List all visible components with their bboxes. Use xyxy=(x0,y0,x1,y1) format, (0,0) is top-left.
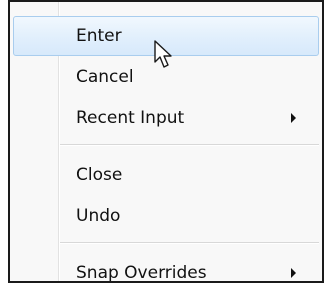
menu-separator xyxy=(60,144,319,146)
menu-item-recent-input[interactable]: Recent Input xyxy=(13,98,319,138)
menu-item-label: Close xyxy=(76,165,123,185)
menu-separator xyxy=(60,242,319,244)
menu-item-label: Undo xyxy=(76,206,121,226)
menu-item-undo[interactable]: Undo xyxy=(13,196,319,236)
menu-item-label: Enter xyxy=(76,26,122,46)
mouse-pointer-icon xyxy=(154,40,172,68)
menu-item-snap-overrides[interactable]: Snap Overrides xyxy=(13,253,319,283)
screenshot-frame: Enter Cancel Recent Input Close Undo Sna… xyxy=(8,0,324,283)
submenu-arrow-icon xyxy=(291,268,296,278)
submenu-arrow-icon xyxy=(291,113,296,123)
menu-item-label: Recent Input xyxy=(76,108,185,128)
menu-item-label: Snap Overrides xyxy=(76,263,207,283)
menu-item-label: Cancel xyxy=(76,67,134,87)
menu-item-close[interactable]: Close xyxy=(13,155,319,195)
context-menu: Enter Cancel Recent Input Close Undo Sna… xyxy=(10,2,322,281)
